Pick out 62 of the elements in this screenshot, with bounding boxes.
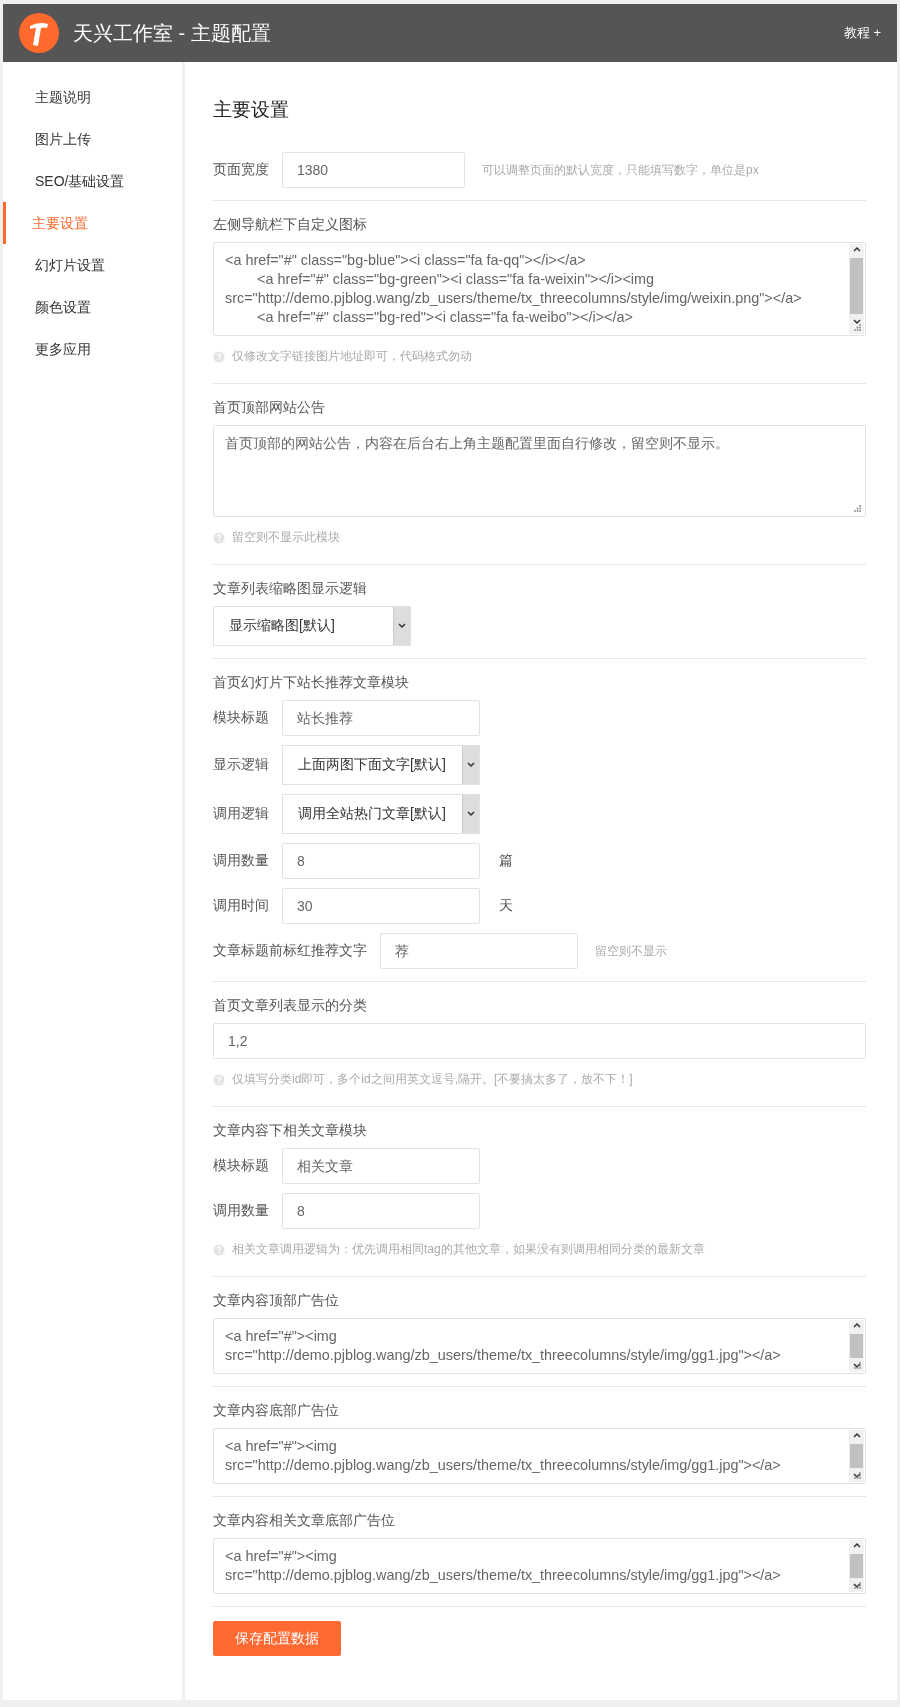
resize-grip-icon: [853, 504, 862, 513]
section-label: 首页顶部网站公告: [213, 398, 326, 416]
section-label: 文章内容底部广告位: [213, 1401, 340, 1419]
input-field[interactable]: 1,2: [213, 1023, 866, 1059]
dropdown[interactable]: 上面两图下面文字[默认]: [282, 745, 480, 785]
input-field[interactable]: 荐: [380, 933, 578, 969]
scrollbar[interactable]: [849, 1540, 864, 1592]
help-icon: [213, 1243, 225, 1256]
help-icon: [213, 1073, 225, 1086]
text-area[interactable]: <a href="#"><img src="http://demo.pjblog.wang/zb_users/theme/tx_threecolumns/style/img/gg1.jpg"></a>: [213, 1538, 866, 1594]
unit-label: 篇: [499, 852, 513, 870]
field-label: 页面宽度: [213, 161, 269, 179]
field-label: 模块标题: [213, 1157, 269, 1175]
field-label: 调用数量: [213, 852, 269, 870]
resize-grip-icon: [853, 323, 862, 332]
text-area[interactable]: <a href="#"><img src="http://demo.pjblog.wang/zb_users/theme/tx_threecolumns/style/img/gg1.jpg"></a>: [213, 1318, 866, 1374]
input-field[interactable]: 8: [282, 843, 480, 879]
input-field[interactable]: 30: [282, 888, 480, 924]
field-label: 调用逻辑: [213, 805, 269, 823]
unit-label: 天: [499, 897, 513, 915]
section-label: 文章列表缩略图显示逻辑: [213, 579, 368, 597]
sidebar-item[interactable]: 图片上传: [3, 118, 182, 160]
sidebar-item[interactable]: 更多应用: [3, 328, 182, 370]
field-label: 调用数量: [213, 1202, 269, 1220]
field-label: 文章标题前标红推荐文字: [213, 942, 367, 960]
scrollbar[interactable]: [849, 1320, 864, 1372]
field-label: 调用时间: [213, 897, 269, 915]
dropdown[interactable]: 显示缩略图[默认]: [213, 606, 411, 646]
input-field[interactable]: 相关文章: [282, 1148, 480, 1184]
section-label: 文章内容下相关文章模块: [213, 1121, 368, 1139]
section-label: 文章内容相关文章底部广告位: [213, 1511, 396, 1529]
help-text: 仅填写分类id即可，多个id之间用英文逗号,隔开。[不要搞太多了，放不下！]: [232, 1071, 633, 1088]
section-label: 文章内容顶部广告位: [213, 1291, 340, 1309]
text-area[interactable]: 首页顶部的网站公告，内容在后台右上角主题配置里面自行修改，留空则不显示。: [213, 425, 866, 517]
hint-text: 可以调整页面的默认宽度，只能填写数字，单位是px: [482, 161, 759, 179]
help-text: 仅修改文字链接图片地址即可，代码格式勿动: [232, 348, 472, 365]
hint-text: 留空则不显示: [595, 942, 667, 960]
scrollbar[interactable]: [849, 244, 864, 334]
tutorial-link[interactable]: 教程 +: [843, 24, 881, 42]
app-title: 天兴工作室 - 主题配置: [73, 20, 271, 46]
input-field[interactable]: 8: [282, 1193, 480, 1229]
section-label: 左侧导航栏下自定义图标: [213, 215, 368, 233]
sidebar-item[interactable]: 颜色设置: [3, 286, 182, 328]
text-area[interactable]: <a href="#"><img src="http://demo.pjblog.wang/zb_users/theme/tx_threecolumns/style/img/gg1.jpg"></a>: [213, 1428, 866, 1484]
input-field[interactable]: 站长推荐: [282, 700, 480, 736]
field-label: 模块标题: [213, 709, 269, 727]
help-text: 相关文章调用逻辑为：优先调用相同tag的其他文章，如果没有则调用相同分类的最新文章: [232, 1241, 705, 1258]
scrollbar[interactable]: [849, 1430, 864, 1482]
help-text: 留空则不显示此模块: [232, 529, 340, 546]
logo-icon: [19, 13, 59, 53]
help-icon: [213, 350, 225, 363]
sidebar-item[interactable]: SEO/基础设置: [3, 160, 182, 202]
sidebar-item[interactable]: 幻灯片设置: [3, 244, 182, 286]
field-label: 显示逻辑: [213, 756, 269, 774]
dropdown[interactable]: 调用全站热门文章[默认]: [282, 794, 480, 834]
section-label: 首页幻灯片下站长推荐文章模块: [213, 673, 410, 691]
help-icon: [213, 531, 225, 544]
text-area[interactable]: <a href="#" class="bg-blue"><i class="fa fa-qq"></i></a> <a href="#" class="bg-green"><i class="fa fa-weixin"></i><img src="http://demo.pjblog.wang/zb_users/theme/tx_threecolumns/style/img/weixin.png"></a> <a href="#" class="bg-red"><i class="fa fa-weibo"></i></a>: [213, 242, 866, 336]
page-title: 主要设置: [213, 98, 290, 122]
sidebar-item[interactable]: 主题说明: [3, 76, 182, 118]
section-label: 首页文章列表显示的分类: [213, 996, 368, 1014]
input-field[interactable]: 1380: [282, 152, 465, 188]
